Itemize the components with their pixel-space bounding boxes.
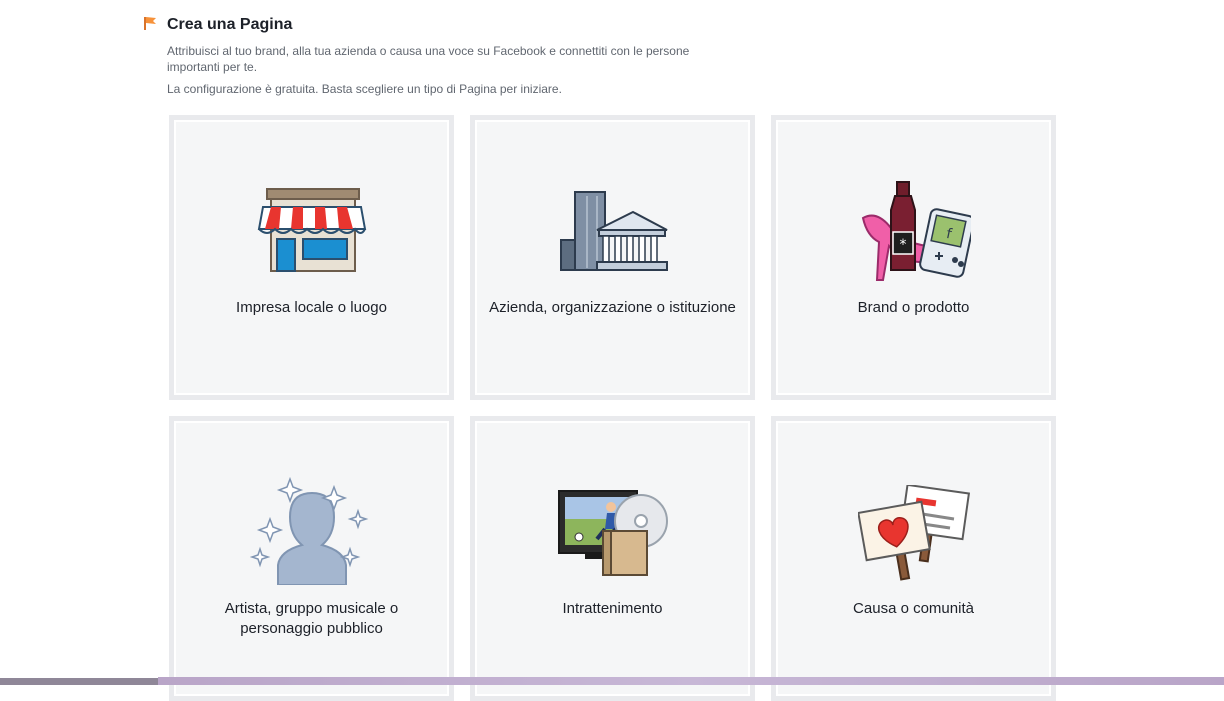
card-local-business[interactable]: Impresa locale o luogo — [169, 115, 454, 400]
card-label: Azienda, organizzazione o istituzione — [489, 299, 736, 316]
card-artist-public-figure[interactable]: Artista, gruppo musicale o personaggio p… — [169, 416, 454, 701]
svg-text:*: * — [899, 237, 906, 253]
page-title: Crea una Pagina — [167, 16, 293, 33]
card-entertainment[interactable]: Intrattenimento — [470, 416, 755, 701]
brand-products-icon: * f — [776, 181, 1051, 282]
card-brand-product[interactable]: * f Brand o prodotto — [771, 115, 1056, 400]
card-label: Brand o prodotto — [857, 299, 970, 316]
public-figure-icon — [174, 476, 449, 585]
setup-note: La configurazione è gratuita. Basta sceg… — [167, 82, 562, 96]
card-label: Causa o comunità — [853, 600, 974, 617]
card-company[interactable]: Azienda, organizzazione o istituzione — [470, 115, 755, 400]
card-label: Artista, gruppo musicale o personaggio p… — [224, 600, 399, 637]
page-header: Crea una Pagina Attribuisci al tuo brand… — [143, 14, 843, 97]
office-buildings-icon — [475, 182, 750, 282]
page-type-grid: Impresa locale o luogo Azienda, organizz… — [169, 115, 1058, 701]
window-bottom-left — [0, 678, 158, 685]
card-label: Intrattenimento — [562, 600, 663, 617]
card-label: Impresa locale o luogo — [236, 299, 387, 316]
storefront-icon — [174, 182, 449, 282]
page-description: Attribuisci al tuo brand, alla tua azien… — [167, 44, 690, 74]
card-cause-community[interactable]: Causa o comunità — [771, 416, 1056, 701]
window-bottom-bar — [158, 677, 1224, 685]
entertainment-icon — [475, 483, 750, 583]
flag-icon — [143, 15, 159, 36]
title-row: Crea una Pagina — [143, 14, 843, 36]
cause-signs-icon — [776, 483, 1051, 583]
